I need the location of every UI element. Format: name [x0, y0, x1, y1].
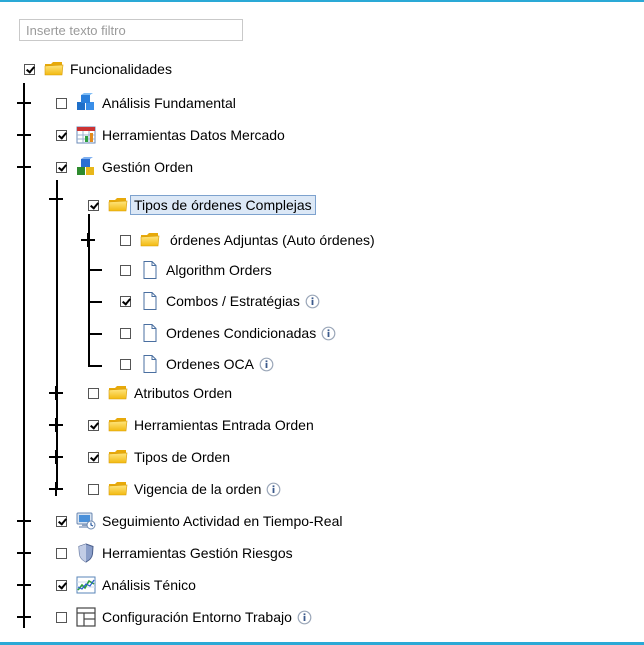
folder-icon: [108, 479, 128, 499]
tree-item-label: Atributos Orden: [134, 385, 233, 401]
checkbox[interactable]: [56, 611, 67, 623]
tree-item-label: Análisis Ténico: [102, 577, 196, 593]
checkbox[interactable]: [120, 295, 131, 307]
tree-item-seguimiento-actividad[interactable]: Seguimiento Actividad en Tiempo-Real: [56, 509, 342, 533]
checkbox[interactable]: [88, 451, 99, 463]
tree-item-label: Herramientas Datos Mercado: [102, 127, 285, 143]
tree-item-label: Seguimiento Actividad en Tiempo-Real: [102, 513, 343, 529]
tree-item-label: Funcionalidades: [70, 61, 172, 77]
info-icon[interactable]: [266, 482, 281, 497]
checkbox[interactable]: [88, 419, 99, 431]
tree-item-ordenes-adjuntas[interactable]: órdenes Adjuntas (Auto órdenes): [120, 228, 375, 252]
expand-toggle[interactable]: [49, 386, 63, 400]
expand-toggle[interactable]: [81, 233, 95, 247]
expand-toggle[interactable]: [17, 514, 31, 528]
checkbox[interactable]: [120, 327, 131, 339]
checkbox[interactable]: [88, 387, 99, 399]
info-icon[interactable]: [259, 357, 274, 372]
tree-item-label: órdenes Adjuntas (Auto órdenes): [170, 232, 375, 248]
tree-item-combos-estrategias[interactable]: Combos / Estratégias: [120, 289, 320, 313]
checkbox[interactable]: [56, 515, 67, 527]
tree-connector: [88, 365, 102, 367]
tree-item-label: Tipos de Orden: [134, 449, 230, 465]
tree-guide-line: [56, 180, 58, 488]
checkbox[interactable]: [120, 358, 131, 370]
feature-tree: Funcionalidades Análisis Fundamental Her…: [0, 0, 644, 645]
tree-item-label: Gestión Orden: [102, 159, 194, 175]
expand-toggle[interactable]: [17, 128, 31, 142]
checkbox[interactable]: [56, 579, 67, 591]
checkbox[interactable]: [56, 547, 67, 559]
tree-connector: [88, 333, 102, 335]
tree-item-label: Herramientas Entrada Orden: [134, 417, 314, 433]
tree-item-label: Tipos de órdenes Complejas: [130, 195, 316, 215]
tree-item-label: Configuración Entorno Trabajo: [102, 609, 292, 625]
expand-toggle[interactable]: [49, 450, 63, 464]
info-icon[interactable]: [297, 610, 312, 625]
tree-connector: [88, 301, 102, 303]
document-icon: [140, 291, 160, 311]
expand-toggle[interactable]: [49, 418, 63, 432]
tree-item-ordenes-condicionadas[interactable]: Ordenes Condicionadas: [120, 321, 336, 345]
checkbox[interactable]: [56, 97, 67, 109]
tree-item-label: Algorithm Orders: [166, 262, 272, 278]
tree-item-ordenes-oca[interactable]: Ordenes OCA: [120, 352, 274, 376]
document-icon: [140, 354, 160, 374]
checkbox[interactable]: [88, 483, 99, 495]
tree-item-herramientas-entrada-orden[interactable]: Herramientas Entrada Orden: [88, 413, 314, 437]
checkbox[interactable]: [24, 63, 35, 75]
tree-item-gestion-orden[interactable]: Gestión Orden: [56, 155, 193, 179]
tree-item-configuracion-entorno[interactable]: Configuración Entorno Trabajo: [56, 605, 312, 629]
tree-connector: [88, 269, 102, 271]
checkbox[interactable]: [88, 199, 99, 211]
cubes-icon: [77, 93, 94, 110]
tree-item-herramientas-gestion-riesgos[interactable]: Herramientas Gestión Riesgos: [56, 541, 293, 565]
collapse-toggle[interactable]: [49, 192, 63, 206]
monitor-icon: [76, 512, 96, 530]
folder-icon: [108, 195, 128, 215]
document-icon: [140, 260, 160, 280]
blocks-icon: [77, 157, 94, 175]
collapse-toggle[interactable]: [17, 160, 31, 174]
spreadsheet-icon: [76, 126, 96, 144]
folder-icon: [108, 383, 128, 403]
folder-icon: [108, 415, 128, 435]
tree-item-tipos-ordenes-complejas[interactable]: Tipos de órdenes Complejas: [88, 193, 316, 217]
expand-toggle[interactable]: [17, 610, 31, 624]
expand-toggle[interactable]: [49, 482, 63, 496]
folder-icon: [44, 59, 64, 79]
tree-item-label: Ordenes OCA: [166, 356, 254, 372]
folder-icon: [140, 230, 160, 250]
shield-icon: [78, 543, 94, 563]
expand-toggle[interactable]: [17, 96, 31, 110]
tree-item-analisis-tenico[interactable]: Análisis Ténico: [56, 573, 196, 597]
tree-item-label: Herramientas Gestión Riesgos: [102, 545, 293, 561]
expand-toggle[interactable]: [17, 546, 31, 560]
checkbox[interactable]: [56, 161, 67, 173]
tree-item-atributos-orden[interactable]: Atributos Orden: [88, 381, 232, 405]
tree-item-label: Vigencia de la orden: [134, 481, 262, 497]
checkbox[interactable]: [120, 234, 131, 246]
expand-toggle[interactable]: [17, 578, 31, 592]
checkbox[interactable]: [56, 129, 67, 141]
tree-item-vigencia-de-la-orden[interactable]: Vigencia de la orden: [88, 477, 281, 501]
tree-item-analisis-fundamental[interactable]: Análisis Fundamental: [56, 91, 236, 115]
tree-item-label: Combos / Estratégias: [166, 293, 300, 309]
folder-icon: [108, 447, 128, 467]
tree-item-herramientas-datos-mercado[interactable]: Herramientas Datos Mercado: [56, 123, 285, 147]
tree-item-tipos-de-orden[interactable]: Tipos de Orden: [88, 445, 230, 469]
tree-item-algorithm-orders[interactable]: Algorithm Orders: [120, 258, 272, 282]
tree-item-label: Análisis Fundamental: [102, 95, 236, 111]
layout-icon: [76, 607, 96, 627]
info-icon[interactable]: [305, 294, 320, 309]
tree-item-label: Ordenes Condicionadas: [166, 325, 317, 341]
checkbox[interactable]: [120, 264, 131, 276]
document-icon: [140, 323, 160, 343]
tree-item-funcionalidades[interactable]: Funcionalidades: [24, 57, 172, 81]
info-icon[interactable]: [321, 326, 336, 341]
chart-icon: [76, 576, 96, 594]
